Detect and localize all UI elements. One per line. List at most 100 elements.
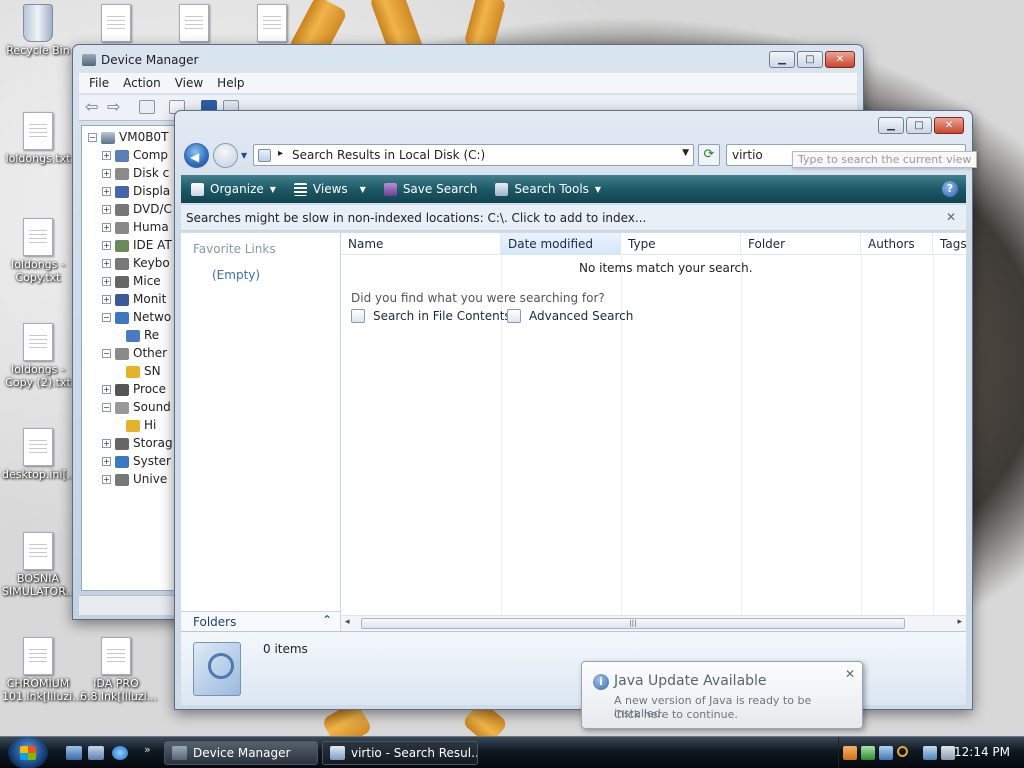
menu-action[interactable]: Action	[123, 73, 161, 93]
save-search-button[interactable]: Save Search	[383, 182, 477, 196]
collapse-icon[interactable]: −	[88, 133, 97, 142]
menu-help[interactable]: Help	[217, 73, 244, 93]
volume-muted-icon[interactable]	[941, 746, 955, 760]
collapse-icon[interactable]: −	[102, 349, 111, 358]
desktop-icon-file[interactable]: loldongs - Copy.txt	[2, 218, 74, 284]
desktop-icon-file[interactable]	[236, 4, 308, 44]
forward-button[interactable]	[213, 143, 238, 168]
tree-child-item[interactable]: SN	[122, 362, 161, 380]
expand-icon[interactable]: +	[102, 259, 111, 268]
network-connection-icon[interactable]	[923, 746, 937, 760]
tree-item[interactable]: + Proce	[102, 380, 166, 398]
minimize-button[interactable]: ▁	[878, 117, 904, 134]
desktop-icon-file[interactable]: desktop.ini[...	[2, 428, 77, 481]
folders-toggle[interactable]: Folders ⌃	[181, 611, 341, 631]
desktop-icon-file[interactable]	[80, 4, 152, 44]
tree-item[interactable]: + DVD/C	[102, 200, 172, 218]
tree-item[interactable]: + Mice	[102, 272, 161, 290]
quick-launch-more-icon[interactable]: »	[144, 743, 151, 756]
switch-windows-icon[interactable]	[88, 746, 104, 760]
clock[interactable]: 12:14 PM	[954, 745, 1010, 759]
tree-root[interactable]: − VM0B0T	[88, 128, 168, 146]
tree-child-item[interactable]: Hi	[122, 416, 156, 434]
horizontal-scrollbar[interactable]: ◂ ||| ▸	[341, 615, 966, 631]
forward-arrow-icon[interactable]: ⇨	[107, 99, 123, 115]
column-name[interactable]: Name	[341, 233, 501, 255]
java-update-icon[interactable]	[843, 746, 857, 760]
desktop-icon-file[interactable]: BOSNIA SIMULATOR...	[2, 532, 76, 598]
java-update-notification[interactable]: i Java Update Available A new version of…	[581, 661, 863, 729]
collapse-icon[interactable]: −	[102, 313, 111, 322]
minimize-button[interactable]: ▁	[769, 51, 795, 68]
help-button[interactable]: ?	[942, 181, 958, 197]
display-icon[interactable]	[879, 746, 893, 760]
tree-item[interactable]: + Keybo	[102, 254, 170, 272]
device-tree[interactable]: − VM0B0T + Comp + Disk c + Displa + DVD/C + Huma + ID…	[81, 125, 181, 591]
views-button[interactable]: Views ▼	[293, 182, 366, 196]
network-icon[interactable]	[861, 746, 875, 760]
properties-icon[interactable]	[139, 100, 155, 114]
tree-item[interactable]: + Unive	[102, 470, 167, 488]
show-desktop-icon[interactable]	[66, 746, 82, 760]
tree-item[interactable]: + Syster	[102, 452, 171, 470]
tree-item[interactable]: + Displa	[102, 182, 170, 200]
desktop-icon-file[interactable]: CHROMIUM 101.lnk[liluzi...	[2, 637, 83, 703]
collapse-icon[interactable]: −	[102, 403, 111, 412]
menu-file[interactable]: File	[89, 73, 109, 93]
tree-item[interactable]: + IDE AT	[102, 236, 172, 254]
notification-link[interactable]: Click here to continue.	[614, 708, 738, 721]
address-bar[interactable]: ▸ Search Results in Local Disk (C:) ▼	[253, 144, 694, 166]
close-button[interactable]: ✕	[934, 117, 964, 134]
menu-view[interactable]: View	[175, 73, 203, 93]
search-tools-button[interactable]: Search Tools ▼	[495, 182, 601, 196]
close-icon[interactable]: ✕	[946, 210, 956, 224]
expand-icon[interactable]: +	[102, 205, 111, 214]
tree-item[interactable]: − Netwo	[102, 308, 171, 326]
expand-icon[interactable]: +	[102, 475, 111, 484]
taskbar-button-device-manager[interactable]: Device Manager	[164, 741, 318, 765]
tree-item[interactable]: − Sound	[102, 398, 171, 416]
tree-child-item[interactable]: Re	[122, 326, 159, 344]
address-path[interactable]: Search Results in Local Disk (C:)	[292, 148, 485, 162]
tree-item[interactable]: + Monit	[102, 290, 166, 308]
close-icon[interactable]: ✕	[845, 667, 855, 681]
close-button[interactable]: ✕	[825, 51, 855, 68]
scrollbar-thumb[interactable]: |||	[361, 618, 905, 629]
expand-icon[interactable]: +	[102, 277, 111, 286]
column-folder[interactable]: Folder	[741, 233, 861, 255]
column-date-modified[interactable]: Date modified	[501, 233, 621, 255]
breadcrumb-arrow-icon[interactable]: ▸	[278, 148, 283, 159]
column-tags[interactable]: Tags	[933, 233, 966, 255]
column-type[interactable]: Type	[621, 233, 741, 255]
refresh-button[interactable]: ⟳	[698, 144, 720, 166]
expand-icon[interactable]: +	[102, 457, 111, 466]
tree-item[interactable]: + Disk c	[102, 164, 169, 182]
search-input[interactable]	[732, 148, 792, 162]
column-authors[interactable]: Authors	[861, 233, 933, 255]
expand-icon[interactable]: +	[102, 169, 111, 178]
expand-icon[interactable]: +	[102, 241, 111, 250]
index-info-bar[interactable]: Searches might be slow in non-indexed lo…	[181, 205, 966, 231]
back-arrow-icon[interactable]: ⇦	[85, 99, 101, 115]
expand-icon[interactable]: +	[102, 439, 111, 448]
maximize-button[interactable]: □	[906, 117, 932, 134]
start-button[interactable]	[8, 737, 48, 768]
expand-icon[interactable]: +	[102, 295, 111, 304]
address-dropdown-icon[interactable]: ▼	[682, 148, 689, 158]
search-in-file-contents-link[interactable]: Search in File Contents	[351, 309, 511, 323]
desktop-icon-file[interactable]: IDA PRO 6.8.lnk[liluzi...	[80, 637, 157, 703]
advanced-search-link[interactable]: Advanced Search	[507, 309, 633, 323]
tree-item[interactable]: + Huma	[102, 218, 169, 236]
desktop-icon-file[interactable]: loldongs.txt	[2, 112, 74, 165]
desktop-icon-recycle-bin[interactable]: Recycle Bin	[2, 4, 74, 57]
expand-icon[interactable]: +	[102, 385, 111, 394]
expand-icon[interactable]: +	[102, 187, 111, 196]
scroll-right-icon[interactable]: ▸	[957, 617, 962, 627]
back-button[interactable]: ◀	[184, 143, 209, 168]
maximize-button[interactable]: □	[797, 51, 823, 68]
tree-item[interactable]: + Storag	[102, 434, 173, 452]
tree-item[interactable]: + Comp	[102, 146, 168, 164]
internet-explorer-icon[interactable]	[112, 746, 128, 760]
expand-icon[interactable]: +	[102, 151, 111, 160]
file-list[interactable]: Name Date modified Type Folder Authors T…	[341, 233, 966, 631]
